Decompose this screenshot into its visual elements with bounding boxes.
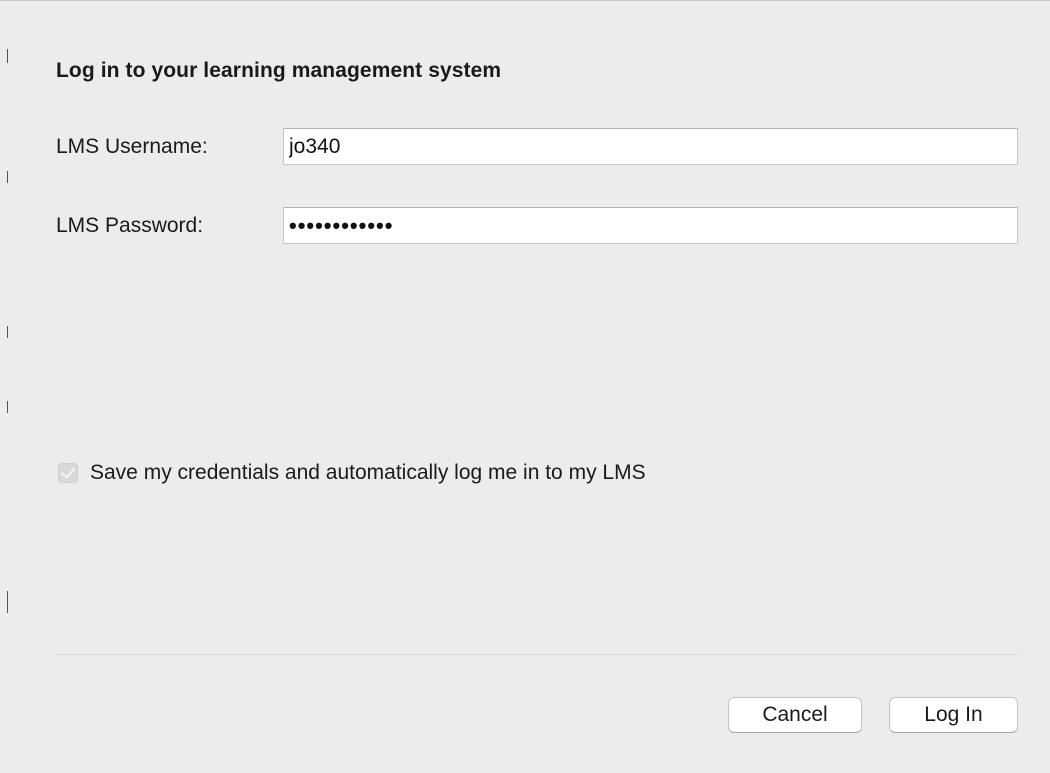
cancel-button[interactable]: Cancel [728,697,862,733]
dialog-title: Log in to your learning management syste… [56,59,502,82]
checkmark-icon [60,463,76,480]
divider [56,654,1018,655]
username-label: LMS Username: [56,135,208,158]
save-credentials-checkbox[interactable] [58,463,78,483]
username-field[interactable] [283,128,1018,165]
save-credentials-row[interactable]: Save my credentials and automatically lo… [58,461,646,485]
password-label: LMS Password: [56,214,204,237]
save-credentials-label[interactable]: Save my credentials and automatically lo… [90,461,646,485]
edge-marker [7,591,8,613]
password-field[interactable]: •••••••••••• [283,207,1018,244]
login-button[interactable]: Log In [889,697,1018,733]
edge-marker [7,49,8,63]
login-dialog: Log in to your learning management syste… [0,0,1050,773]
edge-marker [7,401,8,413]
edge-marker [7,326,8,338]
edge-marker [7,171,8,183]
window-edge [0,1,8,773]
